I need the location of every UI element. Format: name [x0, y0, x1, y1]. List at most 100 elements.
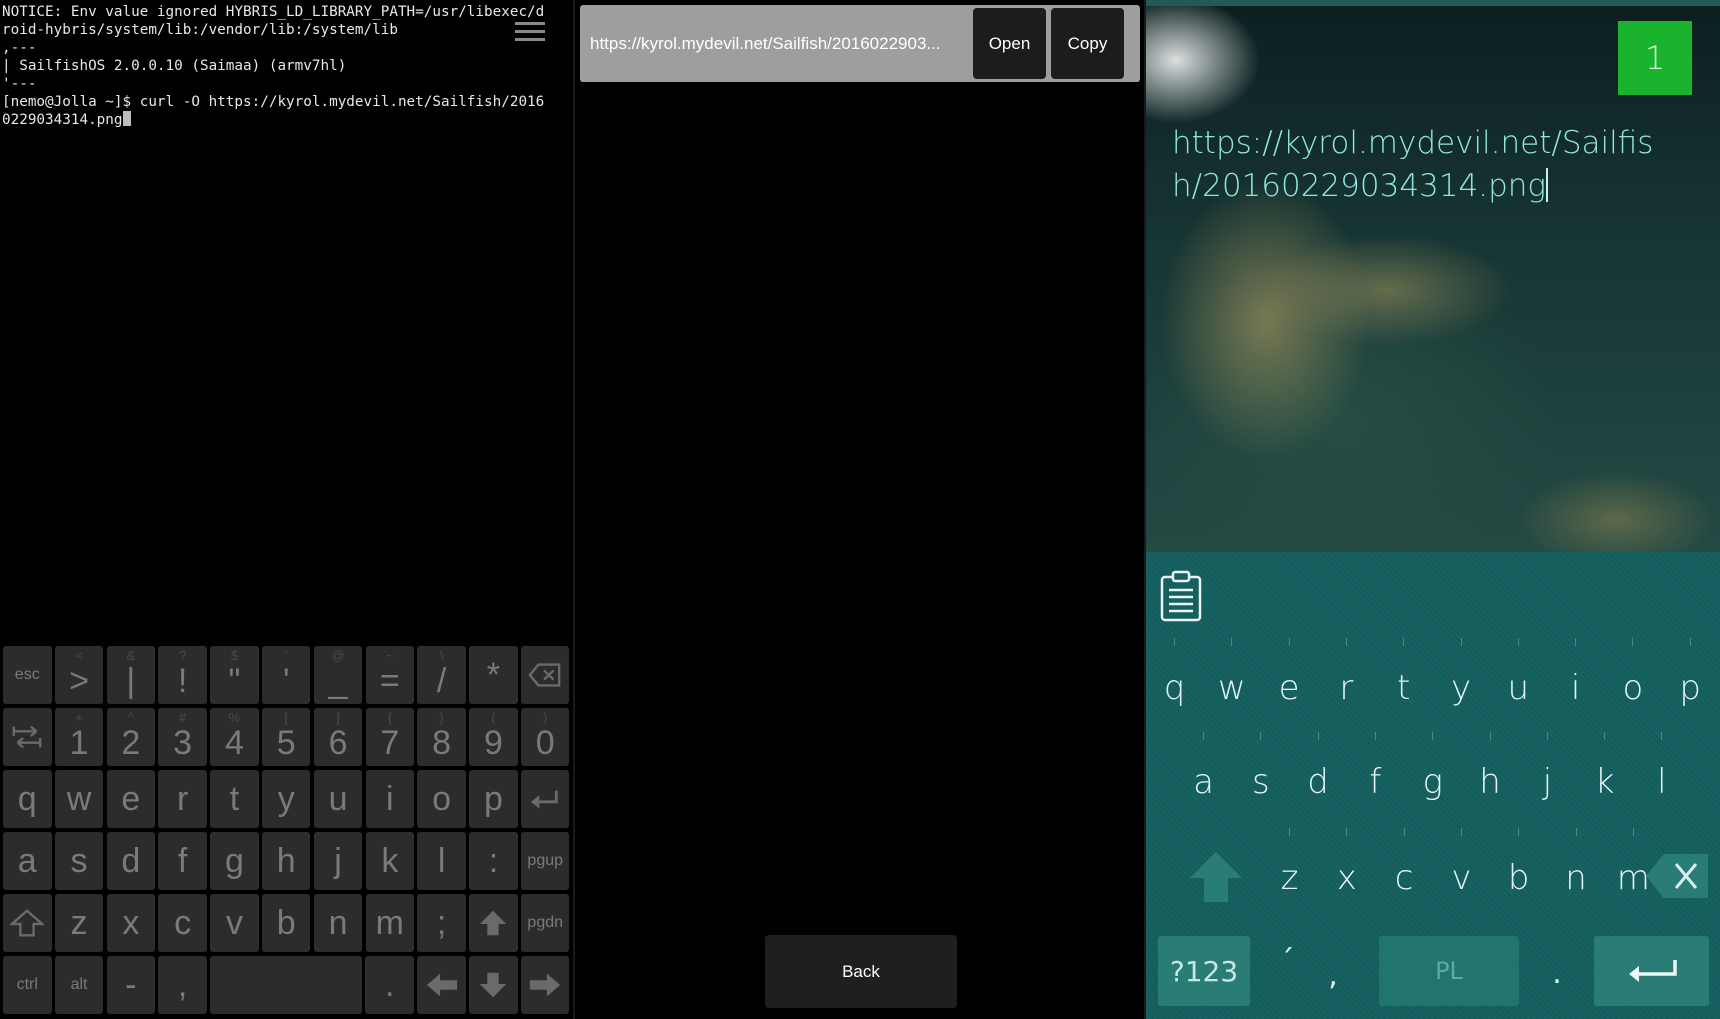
terminal-key-m[interactable]: m	[365, 894, 415, 952]
terminal-key-4[interactable]: % 4	[210, 708, 259, 766]
terminal-key-a[interactable]: a	[3, 832, 52, 890]
terminal-key-9[interactable]: (9	[469, 708, 518, 766]
terminal-key-j[interactable]: j	[313, 832, 363, 890]
terminal-key-colon[interactable]: :	[469, 832, 518, 890]
terminal-key-h[interactable]: h	[261, 832, 311, 890]
terminal-key-exclaim[interactable]: ?!	[158, 646, 207, 704]
terminal-key-i[interactable]: i	[365, 770, 415, 828]
terminal-key-c[interactable]: c	[158, 894, 207, 952]
terminal-key-1[interactable]: +1	[54, 708, 104, 766]
terminal-key-pgup[interactable]: pgup	[520, 832, 570, 890]
terminal-key-space[interactable]	[210, 956, 363, 1014]
sail-key-c[interactable]: c	[1376, 828, 1433, 918]
sail-key-f[interactable]: f	[1347, 732, 1404, 822]
sail-key-q[interactable]: q	[1146, 638, 1203, 728]
terminal-key-g[interactable]: g	[210, 832, 259, 890]
terminal-key-arrow-left[interactable]	[417, 956, 466, 1014]
sail-key-g[interactable]: g	[1404, 732, 1461, 822]
terminal-key-p[interactable]: p	[469, 770, 518, 828]
sail-key-w[interactable]: w	[1203, 638, 1260, 728]
terminal-key-b[interactable]: b	[261, 894, 311, 952]
sail-key-b[interactable]: b	[1490, 828, 1547, 918]
terminal-key-f[interactable]: f	[158, 832, 207, 890]
accent-key[interactable]: ´	[1272, 936, 1302, 986]
sail-key-n[interactable]: n	[1548, 828, 1605, 918]
sail-key-a[interactable]: a	[1175, 732, 1232, 822]
terminal-key-semicolon[interactable]: ;	[417, 894, 466, 952]
terminal-key-alt[interactable]: alt	[54, 956, 104, 1014]
menu-icon[interactable]	[515, 22, 545, 42]
copy-button[interactable]: Copy	[1051, 8, 1124, 79]
sail-key-h[interactable]: h	[1462, 732, 1519, 822]
sail-key-s[interactable]: s	[1232, 732, 1289, 822]
terminal-key-dash[interactable]: -	[106, 956, 156, 1014]
terminal-key-s[interactable]: s	[54, 832, 104, 890]
terminal-key-shift[interactable]	[3, 894, 52, 952]
sail-key-k[interactable]: k	[1576, 732, 1633, 822]
enter-key[interactable]	[1594, 936, 1709, 1006]
notification-badge[interactable]: 1	[1618, 21, 1692, 95]
symbols-key[interactable]: ?123	[1158, 936, 1250, 1006]
terminal-key-q[interactable]: q	[3, 770, 52, 828]
back-button[interactable]: Back	[765, 935, 957, 1008]
terminal-key-y[interactable]: y	[261, 770, 311, 828]
terminal-key-greater[interactable]: < >	[54, 646, 104, 704]
comma-key[interactable]: ,	[1318, 950, 1348, 1000]
period-key[interactable]: .	[1542, 948, 1572, 998]
language-key[interactable]: PL	[1379, 936, 1519, 1006]
terminal-key-n[interactable]: n	[313, 894, 363, 952]
terminal-key-apostrophe[interactable]: ` '	[261, 646, 311, 704]
terminal-key-u[interactable]: u	[313, 770, 363, 828]
terminal-key-pgdn[interactable]: pgdn	[520, 894, 570, 952]
sail-key-l[interactable]: l	[1633, 732, 1690, 822]
terminal-key-x[interactable]: x	[106, 894, 156, 952]
terminal-key-8[interactable]: } 8	[417, 708, 466, 766]
terminal-key-tab[interactable]	[3, 708, 52, 766]
sail-key-t[interactable]: t	[1375, 638, 1432, 728]
terminal-key-6[interactable]: ] 6	[313, 708, 363, 766]
sail-key-i[interactable]: i	[1547, 638, 1604, 728]
url-text[interactable]: https://kyrol.mydevil.net/Sailfish/20160…	[590, 5, 975, 82]
terminal-key-asterisk[interactable]: *	[469, 646, 518, 704]
terminal-key-comma[interactable]: ,	[158, 956, 207, 1014]
sail-key-r[interactable]: r	[1318, 638, 1375, 728]
sail-key-p[interactable]: p	[1662, 638, 1719, 728]
terminal-key-o[interactable]: o	[417, 770, 466, 828]
terminal-key-equals[interactable]: ~ =	[365, 646, 415, 704]
terminal-key-7[interactable]: {7	[365, 708, 415, 766]
terminal-key-esc[interactable]: esc	[3, 646, 52, 704]
terminal-key-period[interactable]: .	[365, 956, 414, 1014]
terminal-key-3[interactable]: #3	[158, 708, 207, 766]
sail-key-y[interactable]: y	[1433, 638, 1490, 728]
sail-key-v[interactable]: v	[1433, 828, 1490, 918]
terminal-key-e[interactable]: e	[106, 770, 156, 828]
open-button[interactable]: Open	[973, 8, 1046, 79]
terminal-key-t[interactable]: t	[210, 770, 259, 828]
sail-key-o[interactable]: o	[1604, 638, 1661, 728]
terminal-key-2[interactable]: ^ 2	[106, 708, 156, 766]
terminal-key-arrow-down[interactable]	[469, 956, 518, 1014]
terminal-key-arrow-right[interactable]	[520, 956, 570, 1014]
terminal-key-5[interactable]: [5	[261, 708, 311, 766]
terminal-key-enter[interactable]	[520, 770, 570, 828]
terminal-key-quote[interactable]: $ "	[210, 646, 259, 704]
terminal-output[interactable]: NOTICE: Env value ignored HYBRIS_LD_LIBR…	[2, 3, 570, 129]
terminal-key-0[interactable]: ) 0	[520, 708, 570, 766]
terminal-key-k[interactable]: k	[365, 832, 415, 890]
terminal-key-d[interactable]: d	[106, 832, 156, 890]
sail-key-j[interactable]: j	[1519, 732, 1576, 822]
terminal-key-l[interactable]: l	[417, 832, 466, 890]
terminal-key-z[interactable]: z	[54, 894, 104, 952]
sail-key-e[interactable]: e	[1261, 638, 1318, 728]
terminal-key-pipe[interactable]: & |	[106, 646, 156, 704]
terminal-key-underscore[interactable]: @ _	[313, 646, 363, 704]
terminal-key-backspace[interactable]	[520, 646, 570, 704]
sail-key-m[interactable]: m	[1605, 828, 1662, 918]
terminal-key-ctrl[interactable]: ctrl	[3, 956, 52, 1014]
shift-icon[interactable]	[1188, 850, 1244, 904]
text-input[interactable]: https://kyrol.mydevil.net/Sailfish/20160…	[1172, 122, 1682, 208]
terminal-key-r[interactable]: r	[158, 770, 207, 828]
terminal-key-arrow-up[interactable]	[469, 894, 518, 952]
terminal-key-w[interactable]: w	[54, 770, 104, 828]
terminal-key-slash[interactable]: \ /	[417, 646, 466, 704]
